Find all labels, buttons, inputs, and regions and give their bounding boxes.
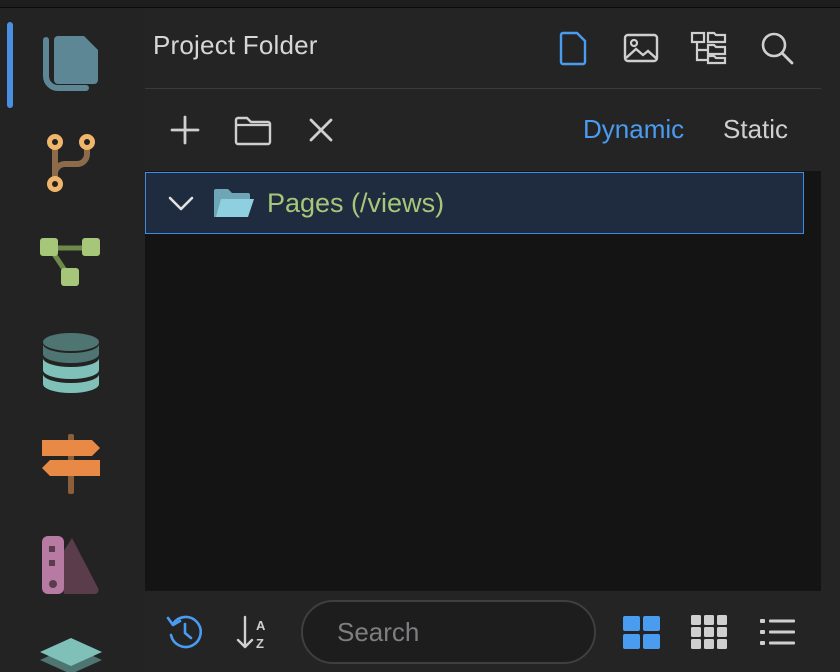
layers-icon (40, 638, 102, 672)
svg-text:A: A (256, 618, 266, 633)
image-view-button[interactable] (621, 28, 661, 68)
large-grid-view-button[interactable] (621, 612, 661, 652)
add-button[interactable] (165, 110, 205, 150)
pages-icon (43, 36, 98, 91)
window-top-border (0, 0, 840, 8)
tree-view-button[interactable] (689, 28, 729, 68)
tree-row-pages[interactable]: Pages (/views) (145, 172, 804, 234)
header-divider (145, 88, 821, 89)
file-view-button[interactable] (553, 28, 593, 68)
mode-dynamic-tab[interactable]: Dynamic (583, 114, 684, 145)
image-icon (623, 33, 659, 63)
search-input[interactable] (335, 616, 579, 649)
sidebar-item-routes[interactable] (38, 432, 104, 498)
sidebar-item-flows[interactable] (38, 232, 104, 298)
file-tree (145, 171, 821, 591)
database-icon (43, 333, 99, 393)
sidebar-item-styles[interactable] (38, 532, 104, 598)
sort-button[interactable]: A Z (233, 612, 273, 652)
mode-static-tab[interactable]: Static (723, 114, 788, 145)
list-view-button[interactable] (757, 612, 797, 652)
plus-icon (170, 115, 200, 145)
tree-item-label: Pages (/views) (267, 188, 445, 218)
tree-folder-icon (690, 31, 727, 65)
grid-large-icon (623, 616, 660, 649)
flow-icon (40, 238, 100, 286)
chevron-down-icon[interactable] (168, 191, 194, 220)
new-folder-button[interactable] (233, 110, 273, 150)
search-button[interactable] (757, 28, 797, 68)
delete-button[interactable] (301, 110, 341, 150)
page-title: Project Folder (153, 30, 318, 60)
search-icon (761, 32, 794, 65)
sidebar-item-layers[interactable] (38, 632, 104, 672)
svg-text:Z: Z (256, 636, 264, 651)
folder-open-icon (212, 187, 256, 224)
search-field[interactable] (301, 600, 596, 664)
list-icon (760, 619, 795, 645)
history-button[interactable] (165, 612, 205, 652)
file-icon (559, 31, 587, 66)
sidebar-item-database[interactable] (38, 330, 104, 396)
grid-small-icon (691, 615, 727, 649)
sidebar-item-pages[interactable] (38, 28, 104, 94)
folder-icon (234, 116, 272, 146)
git-branch-icon (47, 134, 95, 192)
swatch-icon (42, 536, 99, 595)
sidebar-item-branches[interactable] (38, 130, 104, 196)
sidebar-active-indicator (7, 22, 13, 108)
small-grid-view-button[interactable] (689, 612, 729, 652)
history-icon (166, 615, 202, 649)
signpost-icon (42, 434, 100, 494)
close-icon (309, 118, 333, 142)
sort-az-icon: A Z (236, 615, 266, 651)
